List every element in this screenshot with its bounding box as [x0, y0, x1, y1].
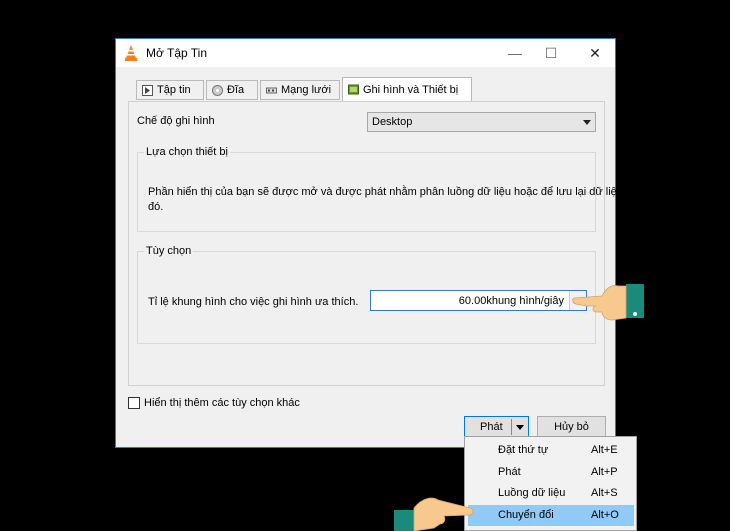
dropdown-arrow-icon[interactable]	[516, 425, 524, 430]
pointing-hand-icon	[394, 497, 474, 531]
menu-item-shortcut: Alt+O	[591, 509, 619, 521]
open-media-dialog: Mở Tập Tin — ☐ ✕ Tập tin Đĩa Mạng lưới G…	[115, 38, 623, 448]
menu-item-shortcut: Alt+S	[591, 487, 618, 499]
menu-item-label: Luồng dữ liệu	[498, 487, 566, 499]
capture-device-icon	[348, 84, 359, 95]
file-icon	[142, 85, 153, 96]
menu-item-convert[interactable]: Chuyển đổi Alt+O	[468, 505, 634, 526]
capture-device-panel: Chế độ ghi hình Desktop Lựa chọn thiết b…	[128, 101, 623, 386]
minimize-button[interactable]: —	[500, 42, 530, 64]
frame-rate-value: 60.00khung hình/giây	[458, 295, 564, 307]
close-button[interactable]: ✕	[580, 42, 610, 64]
maximize-button[interactable]: ☐	[536, 42, 566, 64]
menu-item-stream[interactable]: Luồng dữ liệu Alt+S	[468, 483, 634, 504]
menu-item-shortcut: Alt+E	[591, 444, 618, 456]
chevron-down-icon	[583, 120, 591, 125]
show-more-options-checkbox[interactable]	[128, 397, 140, 409]
options-title: Tùy chọn	[144, 245, 194, 257]
window-title: Mở Tập Tin	[146, 46, 208, 60]
capture-mode-select[interactable]: Desktop	[367, 112, 596, 132]
menu-item-shortcut: Alt+P	[591, 466, 618, 478]
tab-disc-label: Đĩa	[227, 84, 245, 96]
menu-item-label: Đặt thứ tự	[498, 444, 549, 456]
device-selection-title: Lựa chọn thiết bị	[144, 146, 230, 158]
tab-capture-device-label: Ghi hình và Thiết bị	[363, 84, 459, 96]
tab-file[interactable]: Tập tin	[136, 80, 204, 100]
split-divider	[511, 419, 512, 435]
disc-icon	[212, 85, 223, 96]
tab-file-label: Tập tin	[157, 84, 191, 96]
capture-mode-value: Desktop	[372, 116, 413, 128]
options-group: Tùy chọn Tỉ lệ khung hình cho việc ghi h…	[137, 245, 596, 344]
device-description-line2: đó.	[148, 201, 164, 213]
tab-network-label: Mạng lưới	[281, 84, 332, 96]
tab-network[interactable]: Mạng lưới	[260, 80, 340, 100]
pointing-hand-icon	[572, 284, 644, 321]
menu-item-label: Chuyển đổi	[498, 509, 554, 521]
title-bar[interactable]: Mở Tập Tin — ☐ ✕	[116, 39, 615, 67]
tab-disc[interactable]: Đĩa	[206, 80, 258, 100]
tab-capture-device[interactable]: Ghi hình và Thiết bị	[342, 77, 472, 102]
capture-mode-label: Chế độ ghi hình	[137, 115, 215, 127]
vlc-cone-icon	[125, 45, 137, 61]
cancel-button[interactable]: Hủy bỏ	[537, 416, 606, 438]
menu-item-enqueue[interactable]: Đặt thứ tự Alt+E	[468, 440, 634, 461]
menu-item-label: Phát	[498, 466, 521, 478]
device-description-line1: Phần hiển thị của bạn sẽ được mở và được…	[148, 186, 623, 198]
network-icon	[266, 87, 277, 94]
play-dropdown-menu: Đặt thứ tự Alt+E Phát Alt+P Luồng dữ liệ…	[464, 436, 637, 531]
play-button-label: Phát	[480, 421, 503, 433]
menu-item-play[interactable]: Phát Alt+P	[468, 462, 634, 483]
play-split-button[interactable]: Phát	[464, 416, 529, 438]
device-selection-group: Lựa chọn thiết bị Phần hiển thị của bạn …	[137, 146, 623, 232]
show-more-options-label: Hiển thị thêm các tùy chọn khác	[144, 397, 300, 409]
frame-rate-spinbox[interactable]: 60.00khung hình/giây	[370, 290, 587, 311]
frame-rate-label: Tỉ lệ khung hình cho việc ghi hình ưa th…	[148, 296, 359, 308]
